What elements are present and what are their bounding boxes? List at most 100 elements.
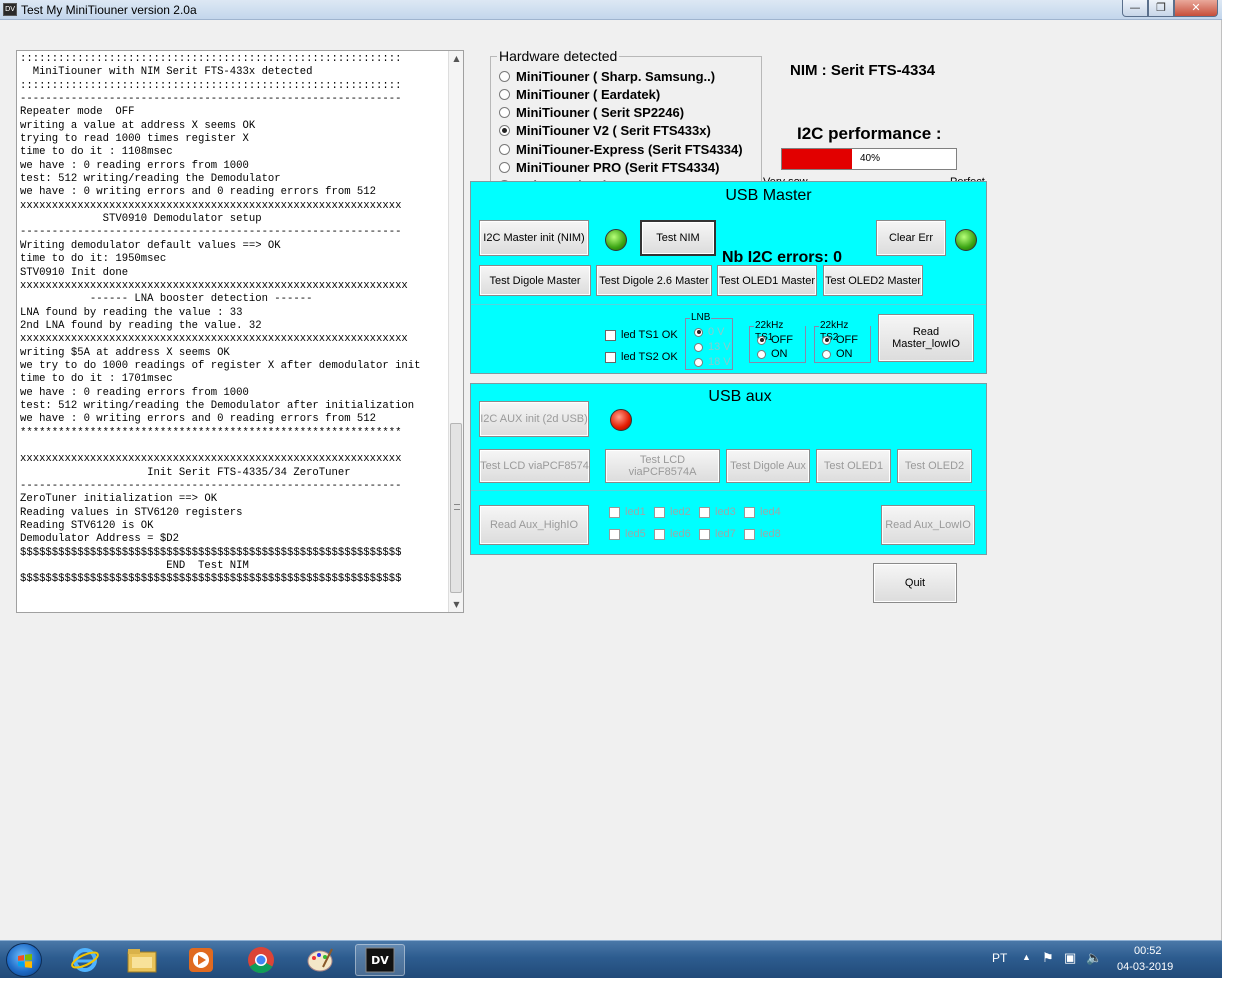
usb-master-title: USB Master — [725, 187, 812, 204]
screen-edge-bottom — [0, 978, 1250, 1000]
volume-icon[interactable]: 🔈 — [1086, 950, 1102, 966]
test-oled2-master-button[interactable]: Test OLED2 Master — [823, 265, 923, 296]
internet-explorer-icon[interactable] — [60, 944, 110, 976]
svg-text:DV: DV — [371, 954, 389, 967]
ts1-off-radio[interactable]: OFF — [757, 334, 793, 346]
hw-option-eardatek[interactable]: MiniTiouner ( Eardatek) — [499, 85, 660, 103]
ts1-22khz-group: 22kHz TS1 OFF ON — [749, 320, 806, 363]
scroll-thumb[interactable] — [450, 423, 462, 593]
app-icon: DV — [3, 3, 17, 16]
radio-icon[interactable] — [694, 357, 703, 367]
ts2-22khz-group: 22kHz TS2 OFF ON — [814, 320, 871, 363]
action-center-flag-icon[interactable]: ⚑ — [1042, 950, 1054, 966]
lnb-0v-radio[interactable]: 0 V — [694, 326, 725, 338]
checkbox-icon[interactable] — [605, 329, 616, 341]
minimize-icon[interactable]: — — [1122, 0, 1148, 17]
checkbox-icon[interactable] — [609, 528, 620, 540]
clock-date[interactable]: 04-03-2019 — [1117, 961, 1173, 973]
radio-checked-icon[interactable] — [694, 327, 703, 337]
clear-err-button[interactable]: Clear Err — [876, 220, 946, 256]
test-digole-aux-button[interactable]: Test Digole Aux — [726, 449, 810, 483]
radio-icon[interactable] — [757, 349, 766, 359]
nb-i2c-errors-label: Nb I2C errors: 0 — [722, 249, 843, 266]
checkbox-icon[interactable] — [609, 506, 620, 518]
log-textbox[interactable]: ::::::::::::::::::::::::::::::::::::::::… — [16, 50, 464, 613]
lnb-legend: LNB — [690, 312, 712, 324]
radio-icon[interactable] — [822, 349, 831, 359]
read-aux-highio-button[interactable]: Read Aux_HighIO — [479, 505, 589, 545]
network-icon[interactable]: ▣ — [1064, 950, 1076, 966]
hardware-detected-legend: Hardware detected — [497, 48, 620, 64]
ts2-on-radio[interactable]: ON — [822, 348, 853, 360]
ts1-on-radio[interactable]: ON — [757, 348, 788, 360]
lnb-13v-radio[interactable]: 13 V — [694, 341, 731, 353]
maximize-icon[interactable]: ❐ — [1148, 0, 1174, 17]
test-nim-button[interactable]: Test NIM — [640, 220, 716, 256]
language-indicator[interactable]: PT — [992, 951, 1007, 965]
test-digole-master-button[interactable]: Test Digole Master — [479, 265, 591, 296]
scroll-down-arrow-icon[interactable]: ▼ — [449, 597, 464, 612]
minitiouner-taskbar-icon[interactable]: DV — [355, 944, 405, 976]
hw-option-sharp[interactable]: MiniTiouner ( Sharp. Samsung..) — [499, 67, 715, 85]
read-aux-lowio-button[interactable]: Read Aux_LowIO — [881, 505, 975, 545]
media-player-icon[interactable] — [176, 944, 226, 976]
led8-checkbox[interactable]: led8 — [744, 528, 781, 540]
led1-checkbox[interactable]: led1 — [609, 506, 646, 518]
test-oled1-aux-button[interactable]: Test OLED1 — [816, 449, 891, 483]
lnb-group: LNB 0 V 13 V 18 V — [685, 312, 733, 370]
checkbox-icon[interactable] — [605, 351, 616, 363]
start-button[interactable] — [6, 943, 42, 977]
checkbox-icon[interactable] — [744, 506, 755, 518]
led3-checkbox[interactable]: led3 — [699, 506, 736, 518]
hw-option-pro[interactable]: MiniTiouner PRO (Serit FTS4334) — [499, 158, 719, 176]
master-status-led-icon — [605, 229, 627, 251]
chrome-icon[interactable] — [236, 944, 286, 976]
radio-checked-icon[interactable] — [822, 335, 831, 345]
checkbox-icon[interactable] — [654, 506, 665, 518]
close-icon[interactable]: ✕ — [1174, 0, 1218, 17]
hw-option-express[interactable]: MiniTiouner-Express (Serit FTS4334) — [499, 140, 743, 158]
led7-checkbox[interactable]: led7 — [699, 528, 736, 540]
ts2-off-radio[interactable]: OFF — [822, 334, 858, 346]
clock-time[interactable]: 00:52 — [1134, 945, 1162, 957]
led6-checkbox[interactable]: led6 — [654, 528, 691, 540]
title-bar[interactable]: DV Test My MiniTiouner version 2.0a — ❐ … — [0, 0, 1222, 20]
checkbox-icon[interactable] — [699, 506, 710, 518]
test-lcd-pcf8574-button[interactable]: Test LCD viaPCF8574 — [479, 449, 590, 483]
paint-icon[interactable] — [295, 944, 345, 976]
test-lcd-pcf8574a-button[interactable]: Test LCD viaPCF8574A — [605, 449, 720, 483]
radio-icon[interactable] — [499, 70, 510, 82]
error-status-led-icon — [955, 229, 977, 251]
file-explorer-icon[interactable] — [117, 944, 167, 976]
radio-icon[interactable] — [499, 106, 510, 118]
led-ts2-checkbox[interactable]: led TS2 OK — [605, 351, 678, 363]
checkbox-icon[interactable] — [744, 528, 755, 540]
quit-button[interactable]: Quit — [873, 563, 957, 603]
checkbox-icon[interactable] — [654, 528, 665, 540]
lnb-18v-radio[interactable]: 18 V — [694, 356, 731, 368]
hw-option-sp2246[interactable]: MiniTiouner ( Serit SP2246) — [499, 103, 684, 121]
led4-checkbox[interactable]: led4 — [744, 506, 781, 518]
test-digole26-master-button[interactable]: Test Digole 2.6 Master — [596, 265, 712, 296]
radio-icon[interactable] — [694, 342, 703, 352]
i2c-aux-init-button[interactable]: I2C AUX init (2d USB) — [479, 401, 589, 437]
i2c-master-init-button[interactable]: I2C Master init (NIM) — [479, 220, 589, 256]
led-ts1-checkbox[interactable]: led TS1 OK — [605, 329, 678, 341]
test-oled1-master-button[interactable]: Test OLED1 Master — [717, 265, 817, 296]
hw-option-v2[interactable]: MiniTiouner V2 ( Serit FTS433x) — [499, 121, 711, 139]
read-master-lowio-button[interactable]: Read Master_lowIO — [878, 314, 974, 362]
taskbar: DV PT ▲ ⚑ ▣ 🔈 00:52 04-03-2019 — [0, 940, 1222, 978]
test-oled2-aux-button[interactable]: Test OLED2 — [897, 449, 972, 483]
led5-checkbox[interactable]: led5 — [609, 528, 646, 540]
system-tray: PT ▲ ⚑ ▣ 🔈 00:52 04-03-2019 — [982, 941, 1222, 979]
radio-icon[interactable] — [499, 88, 510, 100]
show-hidden-icons-icon[interactable]: ▲ — [1022, 952, 1031, 962]
checkbox-icon[interactable] — [699, 528, 710, 540]
radio-icon[interactable] — [499, 143, 510, 155]
radio-checked-icon[interactable] — [757, 335, 766, 345]
log-scrollbar[interactable]: ▲ ▼ — [448, 51, 463, 612]
led2-checkbox[interactable]: led2 — [654, 506, 691, 518]
scroll-up-arrow-icon[interactable]: ▲ — [449, 51, 464, 66]
radio-icon[interactable] — [499, 161, 510, 173]
radio-checked-icon[interactable] — [499, 124, 510, 136]
